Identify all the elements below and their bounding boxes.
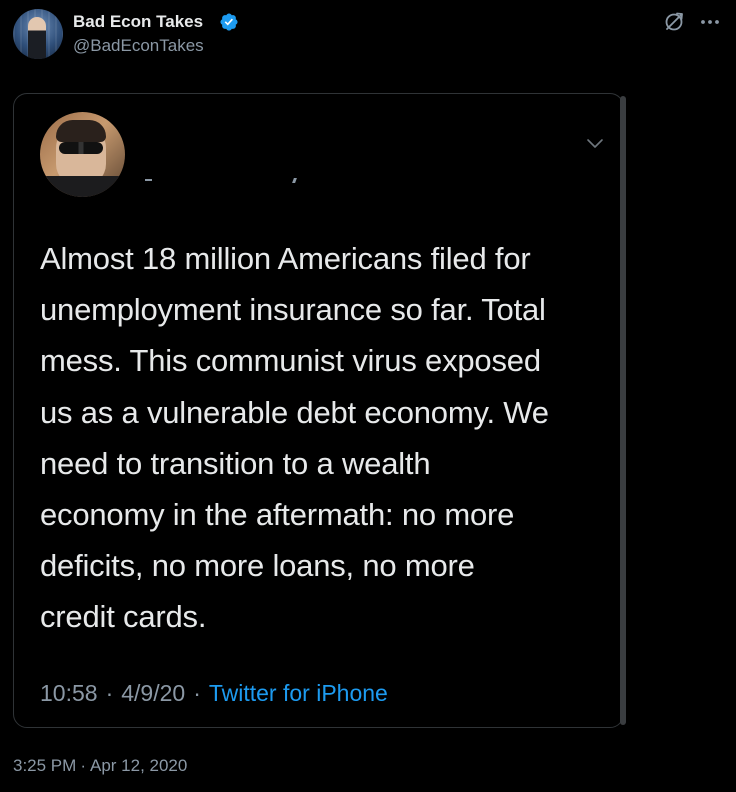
meta-separator: · (193, 680, 201, 706)
verified-badge-icon (220, 13, 238, 31)
quoted-tweet-text: Almost 18 million Americans filed for un… (40, 241, 549, 635)
meta-separator: · (105, 680, 114, 706)
chevron-down-icon[interactable] (585, 134, 605, 154)
author-avatar[interactable] (13, 9, 63, 59)
quoted-tweet-time: 10:58 (40, 680, 98, 706)
timestamp-separator: · (80, 756, 86, 775)
author-handle[interactable]: @BadEconTakes (73, 36, 204, 56)
card-scrollbar[interactable] (620, 96, 626, 725)
post-date[interactable]: Apr 12, 2020 (90, 756, 187, 775)
more-icon[interactable] (697, 10, 723, 34)
quoted-tweet-date: 4/9/20 (121, 680, 186, 706)
redacted-author-name (145, 178, 303, 184)
tweet-source-link[interactable]: Twitter for iPhone (209, 680, 388, 706)
author-name[interactable]: Bad Econ Takes (73, 12, 203, 32)
post-timestamp[interactable]: 3:25 PM · Apr 12, 2020 (13, 756, 187, 776)
post-time[interactable]: 3:25 PM (13, 756, 76, 775)
quoted-author-avatar[interactable] (40, 112, 125, 197)
translate-icon[interactable] (662, 10, 686, 34)
quoted-tweet-meta: 10:58 · 4/9/20 · Twitter for iPhone (40, 680, 388, 707)
